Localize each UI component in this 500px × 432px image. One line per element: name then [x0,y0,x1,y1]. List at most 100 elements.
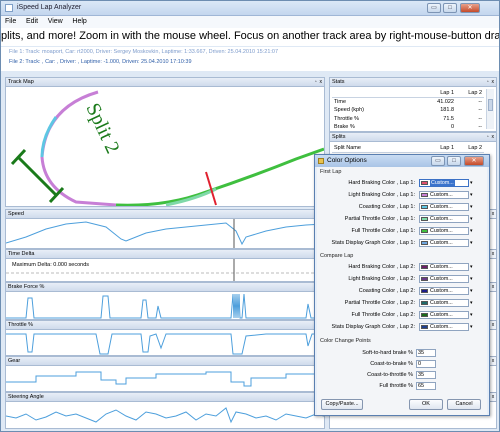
coast-to-brake-row: Coast-to-brake % 0 [317,360,487,369]
speed-panel-button[interactable]: x [489,209,497,219]
dialog-close-button[interactable]: ✕ [464,156,484,166]
ok-button[interactable]: OK [409,399,443,410]
track-map-canvas[interactable]: Split 2 [6,87,324,207]
close-icon[interactable]: x [492,79,495,85]
gear-line [6,371,324,387]
brake-panel[interactable]: Brake Force % [5,282,325,320]
full-throttle-lap2-row: Full Throttle Color , Lap 2: Custom... ▾ [317,311,487,320]
stats-scrollbar[interactable] [486,89,494,129]
gear-panel-button[interactable]: x [489,356,497,366]
stats-panel[interactable]: Stats ▫ x Lap 1 Lap 2 Time 41.022 -- Spee… [329,77,497,132]
gear-graph[interactable] [6,366,324,392]
cancel-button[interactable]: Cancel [447,399,481,410]
steering-panel-button[interactable]: x [489,392,497,402]
partial-throttle-lap2-row: Partial Throttle Color , Lap 2: Custom..… [317,299,487,308]
stats-graph-lap1-select[interactable]: Custom... [419,239,469,247]
col-split-name: Split Name [334,145,361,151]
chevron-down-icon[interactable]: ▾ [470,288,473,294]
title-bar[interactable]: iSpeed Lap Analyzer ▭ □ ✕ [1,1,499,16]
float-icon[interactable]: ▫ [315,79,317,85]
close-icon[interactable]: x [320,79,323,85]
coast-to-brake-input[interactable]: 0 [416,360,436,368]
coasting-lap2-select[interactable]: Custom... [419,287,469,295]
soft-to-hard-input[interactable]: 35 [416,349,436,357]
dialog-body: First Lap Hard Braking Color , Lap 1: Cu… [317,167,487,415]
stats-graph-lap2-select[interactable]: Custom... [419,323,469,331]
delta-panel-button[interactable]: x [489,249,497,259]
full-throttle-lap2-select[interactable]: Custom... [419,311,469,319]
speed-graph[interactable] [6,219,324,249]
chevron-down-icon[interactable]: ▾ [470,228,473,234]
hard-braking-lap2-select[interactable]: Custom... [419,263,469,271]
full-throttle-lap1-row: Full Throttle Color , Lap 1: Custom... ▾ [317,227,487,236]
full-throttle-input[interactable]: 65 [416,382,436,390]
speed-line [6,221,324,246]
soft-to-hard-row: Soft-to-hard brake % 35 [317,349,487,358]
time-delta-header: Time Delta [6,250,324,259]
close-button[interactable]: ✕ [460,3,480,13]
dialog-maximize-button[interactable]: □ [447,156,461,166]
menu-help[interactable]: Help [68,16,90,27]
steering-graph[interactable] [6,402,324,429]
copy-paste-button[interactable]: Copy/Paste... [321,399,363,410]
track-map-panel[interactable]: Track Map ▫ x Split 2 [5,77,325,207]
chevron-down-icon[interactable]: ▾ [470,300,473,306]
partial-throttle-lap2-label: Partial Throttle Color , Lap 2: [344,300,415,306]
time-delta-panel[interactable]: Time Delta Maximum Delta: 0.000 seconds [5,249,325,282]
menu-file[interactable]: File [1,16,20,27]
chevron-down-icon[interactable]: ▾ [470,204,473,210]
gear-panel[interactable]: Gear [5,356,325,392]
partial-throttle-lap2-select[interactable]: Custom... [419,299,469,307]
splits-title: Splits [332,134,346,140]
color-chip [421,277,428,281]
compare-lap-heading: Compare Lap [320,253,354,259]
brake-graph[interactable] [6,292,324,320]
track-map-header: Track Map ▫ x [6,78,324,87]
scroll-thumb[interactable] [488,99,493,111]
color-chip [421,181,428,185]
light-braking-lap1-row: Light Braking Color , Lap 1: Custom... ▾ [317,191,487,200]
chevron-down-icon[interactable]: ▾ [470,312,473,318]
color-chip [421,325,428,329]
col-lap2: Lap 2 [468,90,482,96]
speed-panel[interactable]: Speed [5,209,325,249]
partial-throttle-lap1-select[interactable]: Custom... [419,215,469,223]
menu-view[interactable]: View [44,16,67,27]
time-delta-graph[interactable] [6,259,324,282]
light-braking-lap1-select[interactable]: Custom... [419,191,469,199]
window-title: iSpeed Lap Analyzer [17,4,82,11]
full-throttle-row: Full throttle % 65 [317,382,487,391]
steering-panel[interactable]: Steering Angle [5,392,325,429]
maximize-button[interactable]: □ [443,3,457,13]
minimize-button[interactable]: ▭ [427,3,441,13]
float-icon[interactable]: ▫ [487,134,489,140]
throttle-panel-button[interactable]: x [489,320,497,330]
dialog-title-bar[interactable]: Color Options ▭ □ ✕ [315,155,489,167]
light-braking-lap2-select[interactable]: Custom... [419,275,469,283]
dialog-minimize-button[interactable]: ▭ [431,156,445,166]
menu-edit[interactable]: Edit [22,16,42,27]
scrolling-tips: plits, and more! Zoom in with the mouse … [1,28,499,46]
file2-info: File 2: Track: , Car: , Driver: , Laptim… [9,59,192,65]
chevron-down-icon[interactable]: ▾ [470,264,473,270]
throttle-graph[interactable] [6,330,324,356]
splits-table: Split Name Lap 1 Lap 2 [332,144,484,153]
partial-throttle-lap1-row: Partial Throttle Color , Lap 1: Custom..… [317,215,487,224]
float-icon[interactable]: ▫ [487,79,489,85]
hard-braking-lap1-row: Hard Braking Color , Lap 1: Custom... ▾ [317,179,487,188]
full-throttle-lap1-select[interactable]: Custom... [419,227,469,235]
close-icon[interactable]: x [492,134,495,140]
coast-to-throttle-input[interactable]: 35 [416,371,436,379]
chevron-down-icon[interactable]: ▾ [470,240,473,246]
brake-panel-button[interactable]: x [489,282,497,292]
coasting-lap1-select[interactable]: Custom... [419,203,469,211]
chevron-down-icon[interactable]: ▾ [470,180,473,186]
chevron-down-icon[interactable]: ▾ [470,216,473,222]
hard-braking-lap1-select[interactable]: Custom... [419,179,469,187]
splits-header-row: Split Name Lap 1 Lap 2 [332,144,484,153]
throttle-header: Throttle % [6,321,324,330]
chevron-down-icon[interactable]: ▾ [470,324,473,330]
chevron-down-icon[interactable]: ▾ [470,192,473,198]
throttle-panel[interactable]: Throttle % [5,320,325,356]
chevron-down-icon[interactable]: ▾ [470,276,473,282]
